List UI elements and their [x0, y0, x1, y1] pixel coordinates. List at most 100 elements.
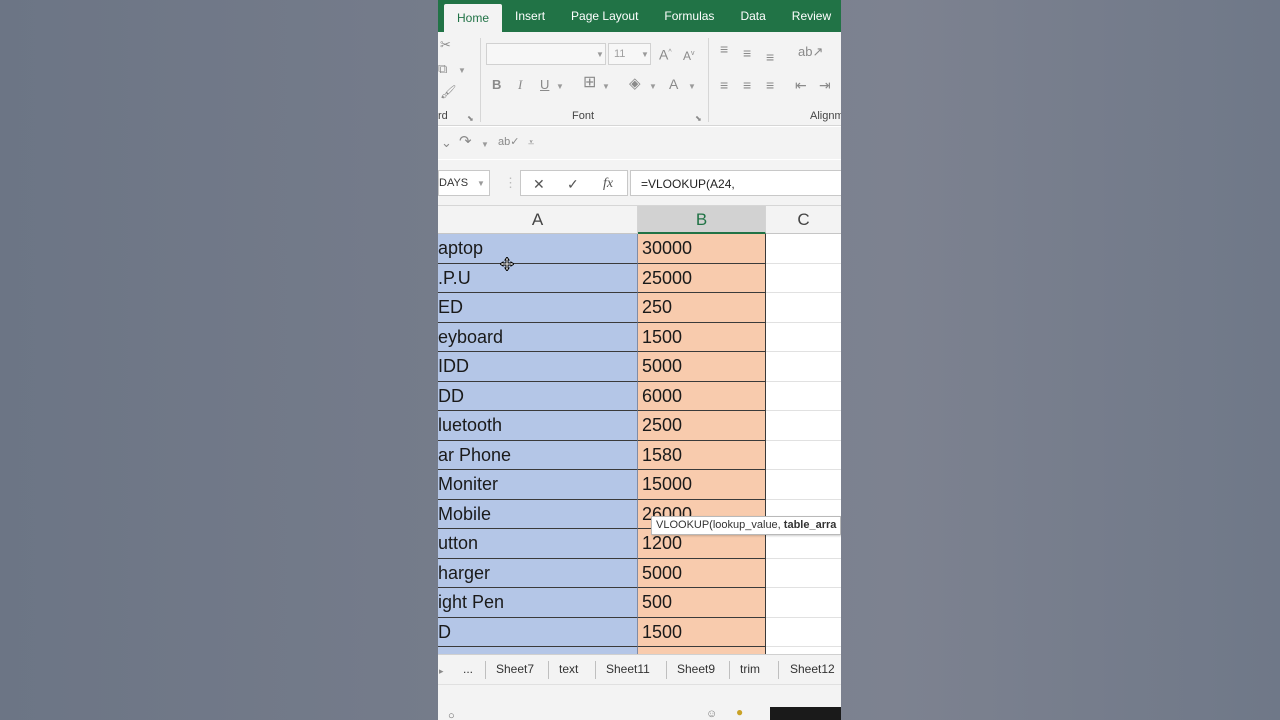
- decrease-indent-icon[interactable]: ⇤: [795, 78, 807, 92]
- cell-a[interactable]: .P.U: [438, 263, 638, 293]
- fill-color-dropdown-icon[interactable]: ▼: [649, 82, 657, 91]
- cell-a[interactable]: luetooth: [438, 411, 638, 441]
- cell-b[interactable]: 1580: [638, 440, 766, 470]
- font-name-dropdown-icon[interactable]: ▼: [596, 50, 604, 59]
- decrease-font-icon[interactable]: Av: [683, 47, 695, 63]
- sheet-tab-sheet9[interactable]: Sheet9: [677, 662, 715, 676]
- cell-b[interactable]: 1500: [638, 617, 766, 647]
- accessibility-icon[interactable]: ☺: [706, 707, 717, 720]
- increase-font-icon[interactable]: A^: [659, 46, 672, 62]
- cell-a[interactable]: Moniter: [438, 470, 638, 500]
- tab-data[interactable]: Data: [727, 0, 778, 32]
- redo-icon[interactable]: ↷: [459, 134, 472, 149]
- cell-b[interactable]: 6000: [638, 381, 766, 411]
- italic-button[interactable]: I: [518, 78, 522, 92]
- scroll-sheets-icon[interactable]: ▸: [439, 664, 444, 678]
- cell-a[interactable]: IDD: [438, 352, 638, 382]
- font-name-box[interactable]: [486, 43, 606, 65]
- cell-a[interactable]: ED: [438, 293, 638, 323]
- customize-qat-icon[interactable]: ⩡: [528, 136, 534, 150]
- underline-dropdown-icon[interactable]: ▼: [556, 82, 564, 91]
- cell-a[interactable]: utton: [438, 529, 638, 559]
- cell-a[interactable]: [438, 647, 638, 654]
- column-header-b[interactable]: B: [638, 206, 766, 234]
- cell-a[interactable]: harger: [438, 558, 638, 588]
- sheet-tab-sheet12[interactable]: Sheet12: [790, 662, 835, 676]
- cell-c[interactable]: [766, 322, 841, 352]
- cell-c[interactable]: [766, 293, 841, 323]
- fill-color-icon[interactable]: ◈: [629, 76, 641, 91]
- copy-icon[interactable]: ⧉: [438, 62, 447, 76]
- orientation-icon[interactable]: ab↗: [798, 45, 823, 59]
- column-header-c[interactable]: C: [766, 206, 841, 234]
- borders-dropdown-icon[interactable]: ▼: [602, 82, 610, 91]
- cancel-icon[interactable]: ✕: [533, 176, 545, 193]
- cut-icon[interactable]: ✂: [440, 38, 451, 52]
- name-box-dropdown-icon[interactable]: ▼: [477, 179, 485, 188]
- cell-a[interactable]: ar Phone: [438, 440, 638, 470]
- insert-function-icon[interactable]: fx: [603, 176, 613, 192]
- align-middle-icon[interactable]: ≡: [743, 46, 751, 60]
- cell-a[interactable]: DD: [438, 381, 638, 411]
- cell-c[interactable]: [766, 647, 841, 654]
- redo-dropdown-icon[interactable]: ▼: [481, 140, 489, 149]
- cell-c[interactable]: [766, 352, 841, 382]
- cell-b[interactable]: 5000: [638, 558, 766, 588]
- cell-a[interactable]: aptop: [438, 234, 638, 264]
- cell-b[interactable]: 500: [638, 588, 766, 618]
- align-left-icon[interactable]: ≡: [720, 78, 728, 92]
- sheet-tab-trim[interactable]: trim: [740, 662, 760, 676]
- borders-icon[interactable]: ⊞: [583, 75, 596, 91]
- cell-b[interactable]: 1500: [638, 322, 766, 352]
- cell-a[interactable]: Mobile: [438, 499, 638, 529]
- tab-review[interactable]: Review: [779, 0, 841, 32]
- search-icon[interactable]: ○: [448, 709, 455, 720]
- ideas-icon[interactable]: ●: [736, 705, 743, 719]
- tab-formulas[interactable]: Formulas: [651, 0, 727, 32]
- undo-dropdown-icon[interactable]: ⌄: [441, 136, 452, 150]
- clipboard-launcher-icon[interactable]: ⬊: [467, 112, 474, 126]
- font-color-icon[interactable]: A: [669, 77, 678, 91]
- cell-c[interactable]: [766, 411, 841, 441]
- copy-dropdown-icon[interactable]: ▼: [458, 66, 466, 75]
- align-bottom-icon[interactable]: ≡: [766, 50, 774, 64]
- align-right-icon[interactable]: ≡: [766, 78, 774, 92]
- cell-a[interactable]: eyboard: [438, 322, 638, 352]
- column-header-a[interactable]: A: [438, 206, 638, 234]
- cell-c[interactable]: [766, 381, 841, 411]
- cell-b[interactable]: 15000: [638, 470, 766, 500]
- sheet-tab-more[interactable]: ...: [463, 662, 473, 676]
- cell-b[interactable]: [638, 647, 766, 654]
- align-center-icon[interactable]: ≡: [743, 78, 751, 92]
- bold-button[interactable]: B: [492, 78, 501, 92]
- cell-a[interactable]: ight Pen: [438, 588, 638, 618]
- font-launcher-icon[interactable]: ⬊: [695, 112, 702, 126]
- align-top-icon[interactable]: ≡: [720, 42, 728, 56]
- increase-indent-icon[interactable]: ⇥: [819, 78, 831, 92]
- tab-page-layout[interactable]: Page Layout: [558, 0, 651, 32]
- cell-a[interactable]: D: [438, 617, 638, 647]
- cell-b[interactable]: 25000: [638, 263, 766, 293]
- enter-icon[interactable]: ✓: [567, 176, 579, 193]
- font-color-dropdown-icon[interactable]: ▼: [688, 82, 696, 91]
- underline-button[interactable]: U: [540, 78, 549, 92]
- cell-b[interactable]: 250: [638, 293, 766, 323]
- cell-c[interactable]: [766, 440, 841, 470]
- name-box[interactable]: DAYS ▼: [438, 170, 490, 196]
- cell-c[interactable]: [766, 588, 841, 618]
- tab-insert[interactable]: Insert: [502, 0, 558, 32]
- tab-home[interactable]: Home: [444, 4, 503, 32]
- cell-c[interactable]: [766, 617, 841, 647]
- formula-input[interactable]: =VLOOKUP(A24,: [630, 170, 841, 196]
- cell-c[interactable]: [766, 558, 841, 588]
- cell-b[interactable]: 30000: [638, 234, 766, 264]
- sheet-tab-text[interactable]: text: [559, 662, 578, 676]
- spelling-icon[interactable]: ab✓: [498, 135, 519, 149]
- cell-c[interactable]: [766, 470, 841, 500]
- worksheet-grid[interactable]: aptop 30000 .P.U 25000 ED 250 eyboard 1500 IDD 50…: [438, 234, 841, 654]
- font-size-dropdown-icon[interactable]: ▼: [641, 50, 649, 59]
- cell-c[interactable]: [766, 263, 841, 293]
- sheet-tab-sheet11[interactable]: Sheet11: [606, 662, 650, 676]
- cell-b[interactable]: 5000: [638, 352, 766, 382]
- cell-b[interactable]: 2500: [638, 411, 766, 441]
